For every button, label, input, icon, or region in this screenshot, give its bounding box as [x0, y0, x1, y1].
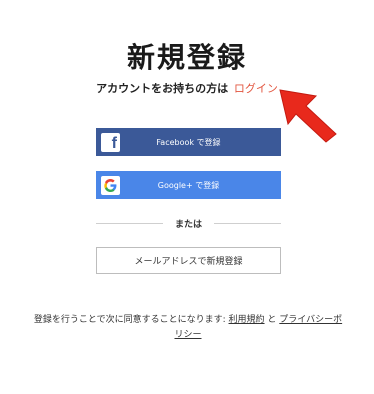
- terms-of-service-link[interactable]: 利用規約: [229, 315, 265, 325]
- facebook-signup-button[interactable]: f Facebook で登録: [96, 128, 281, 156]
- login-prompt-text: アカウントをお持ちの方は: [96, 82, 229, 95]
- terms-notice: 登録を行うことで次に同意することになります: 利用規約 と プライバシーポリシー: [30, 313, 346, 343]
- facebook-icon: f: [101, 132, 120, 152]
- or-divider: または: [96, 216, 282, 230]
- email-signup-label: メールアドレスで新規登録: [134, 257, 243, 267]
- google-signup-label: Google+ で登録: [157, 180, 220, 190]
- divider-line-left: [96, 222, 163, 224]
- terms-conjunction: と: [267, 315, 277, 325]
- terms-prefix: 登録を行うことで次に同意することになります:: [33, 315, 226, 325]
- login-link[interactable]: ログイン: [234, 82, 278, 95]
- signup-page: 新規登録 アカウントをお持ちの方は ログイン f Facebook で登録 Go…: [0, 0, 374, 394]
- page-title: 新規登録: [126, 41, 247, 74]
- google-signup-button[interactable]: Google+ で登録: [96, 171, 281, 199]
- red-arrow-icon: [279, 89, 337, 143]
- divider-text: または: [175, 219, 203, 230]
- google-icon: [101, 175, 120, 195]
- email-signup-button[interactable]: メールアドレスで新規登録: [96, 247, 281, 274]
- facebook-signup-label: Facebook で登録: [156, 137, 221, 147]
- divider-line-right: [214, 222, 282, 224]
